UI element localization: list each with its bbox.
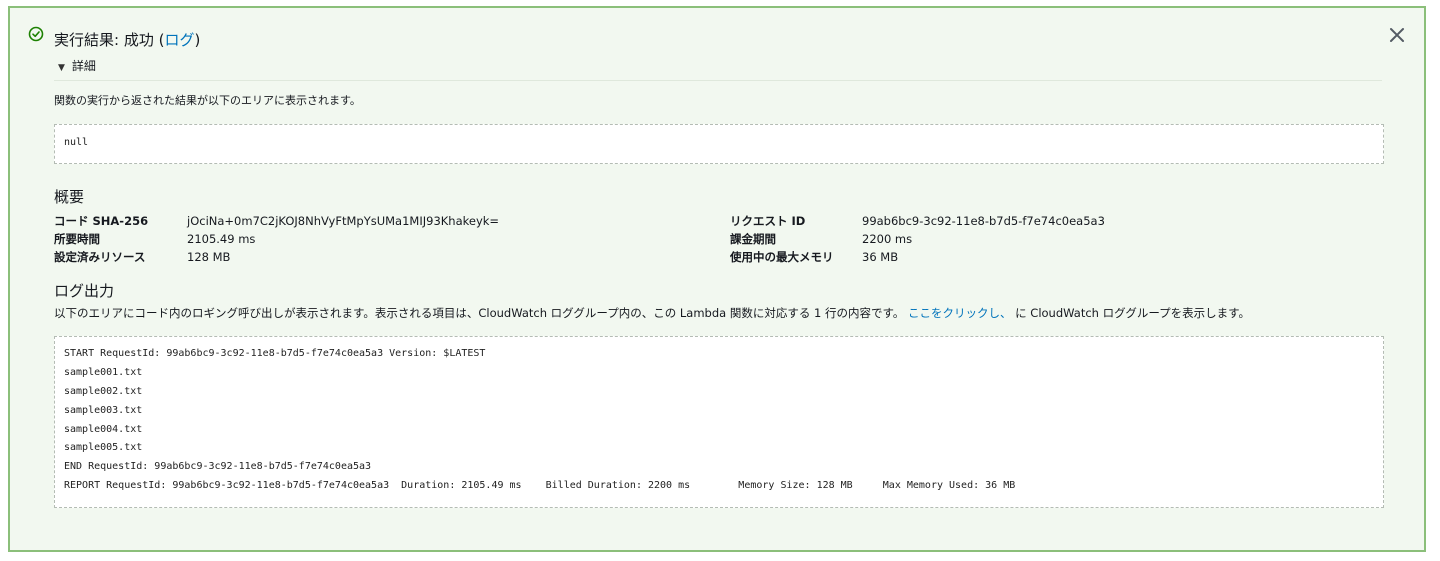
summary-label: コード SHA-256 (54, 214, 149, 228)
caret-down-icon: ▼ (58, 63, 65, 73)
log-line: sample001.txt (64, 366, 143, 378)
log-line: END RequestId: 99ab6bc9-3c92-11e8-b7d5-f… (64, 461, 372, 473)
log-link[interactable]: ログ (164, 31, 194, 49)
log-line: sample005.txt (64, 442, 143, 454)
log-line: REPORT RequestId: 99ab6bc9-3c92-11e8-b7d… (64, 480, 1016, 492)
result-title: 実行結果: 成功 (ログ) (54, 30, 200, 50)
log-output-heading: ログ出力 (54, 282, 115, 300)
log-line: sample003.txt (64, 404, 143, 416)
summary-label: 課金期間 (730, 232, 776, 246)
result-output-box: null (54, 124, 1384, 164)
summary-value: 2105.49 ms (187, 232, 256, 246)
details-label: 詳細 (71, 59, 96, 73)
log-output-box: START RequestId: 99ab6bc9-3c92-11e8-b7d5… (54, 336, 1384, 508)
result-description: 関数の実行から返された結果が以下のエリアに表示されます。 (54, 94, 361, 107)
divider (54, 80, 1382, 81)
result-title-suffix: ) (194, 31, 201, 49)
summary-label: リクエスト ID (730, 214, 806, 228)
summary-value: 99ab6bc9-3c92-11e8-b7d5-f7e74c0ea5a3 (862, 214, 1105, 228)
summary-heading: 概要 (54, 188, 85, 206)
summary-value: jOciNa+0m7C2jKOJ8NhVyFtMpYsUMa1MIJ93Khak… (187, 214, 500, 228)
summary-label: 使用中の最大メモリ (730, 250, 834, 264)
summary-value: 128 MB (187, 250, 231, 264)
summary-label: 設定済みリソース (54, 250, 146, 264)
result-header: 実行結果: 成功 (ログ) ▼ 詳細 (10, 8, 1424, 78)
execution-result-panel: 実行結果: 成功 (ログ) ▼ 詳細 関数の実行から返された結果が以下のエリアに表… (8, 6, 1426, 552)
summary-value: 2200 ms (862, 232, 913, 246)
log-description: 以下のエリアにコード内のロギング呼び出しが表示されます。表示される項目は、Clo… (54, 305, 1250, 321)
result-value: null (64, 137, 89, 148)
check-circle-icon (28, 26, 44, 42)
result-title-text: 実行結果: 成功 ( (54, 31, 165, 49)
details-toggle[interactable]: ▼ 詳細 (58, 58, 96, 76)
summary-label: 所要時間 (54, 232, 100, 246)
close-icon[interactable] (1386, 24, 1408, 46)
log-description-suffix: に CloudWatch ロググループを表示します。 (1011, 306, 1251, 320)
cloudwatch-link[interactable]: ここをクリックし、 (908, 306, 1012, 320)
log-description-text: 以下のエリアにコード内のロギング呼び出しが表示されます。表示される項目は、Clo… (54, 306, 905, 320)
log-line: sample002.txt (64, 385, 143, 397)
log-line: sample004.txt (64, 423, 143, 435)
summary-value: 36 MB (862, 250, 899, 264)
log-line: START RequestId: 99ab6bc9-3c92-11e8-b7d5… (64, 348, 486, 359)
